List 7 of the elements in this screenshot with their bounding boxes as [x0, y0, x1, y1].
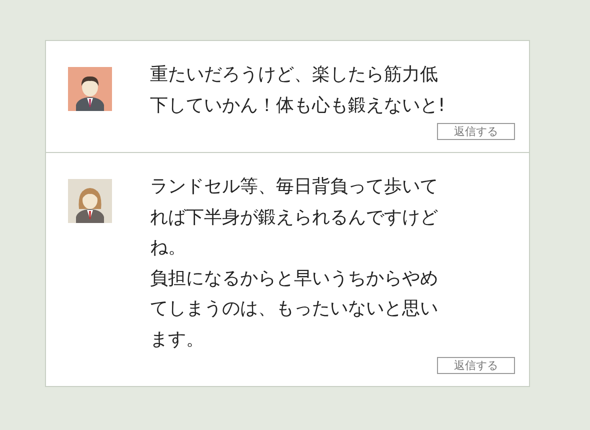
man-avatar-icon	[68, 67, 112, 111]
reply-button[interactable]: 返信する	[437, 123, 515, 140]
comment-text: 負担になるからと早いうちからやめてしまうのは、もったいないと思います。	[150, 266, 439, 352]
comment-text: 重たいだろうけど、楽したら筋力低下していかん！体も心も鍛えないと!	[150, 63, 446, 118]
woman-avatar-icon	[68, 179, 112, 223]
comment-text: ランドセル等、毎日背負って歩いてれば下半身が鍛えられるんですけどね。	[150, 175, 439, 260]
reply-button[interactable]: 返信する	[437, 357, 515, 374]
